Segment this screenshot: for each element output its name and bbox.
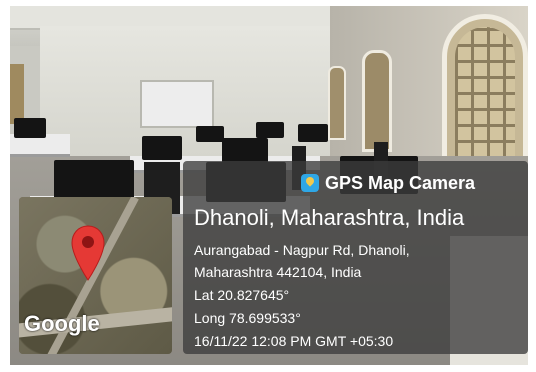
address-line-1: Aurangabad - Nagpur Rd, Dhanoli,: [194, 242, 410, 258]
app-badge-label: GPS Map Camera: [325, 172, 476, 193]
computer-monitor: [54, 160, 134, 200]
computer-monitor: [14, 118, 46, 138]
location-title: Dhanoli, Maharashtra, India: [194, 205, 465, 230]
timestamp: 16/11/22 12:08 PM GMT +05:30: [194, 333, 394, 349]
computer-monitor: [142, 136, 182, 160]
arched-window-middle: [362, 50, 392, 152]
address-line-2: Maharashtra 442104, India: [194, 264, 362, 280]
computer-monitor: [298, 124, 328, 142]
whiteboard: [140, 80, 214, 128]
computer-monitor: [256, 122, 284, 138]
latitude: Lat 20.827645°: [194, 287, 290, 303]
longitude: Long 78.699533°: [194, 310, 301, 326]
location-pin-icon: [71, 225, 105, 281]
app-badge: GPS Map Camera: [301, 171, 475, 195]
left-window: [10, 64, 24, 124]
computer-monitor: [196, 126, 224, 142]
gps-map-camera-app-icon: [301, 174, 319, 192]
google-watermark: Google: [24, 311, 100, 336]
arched-window-far: [328, 66, 346, 140]
